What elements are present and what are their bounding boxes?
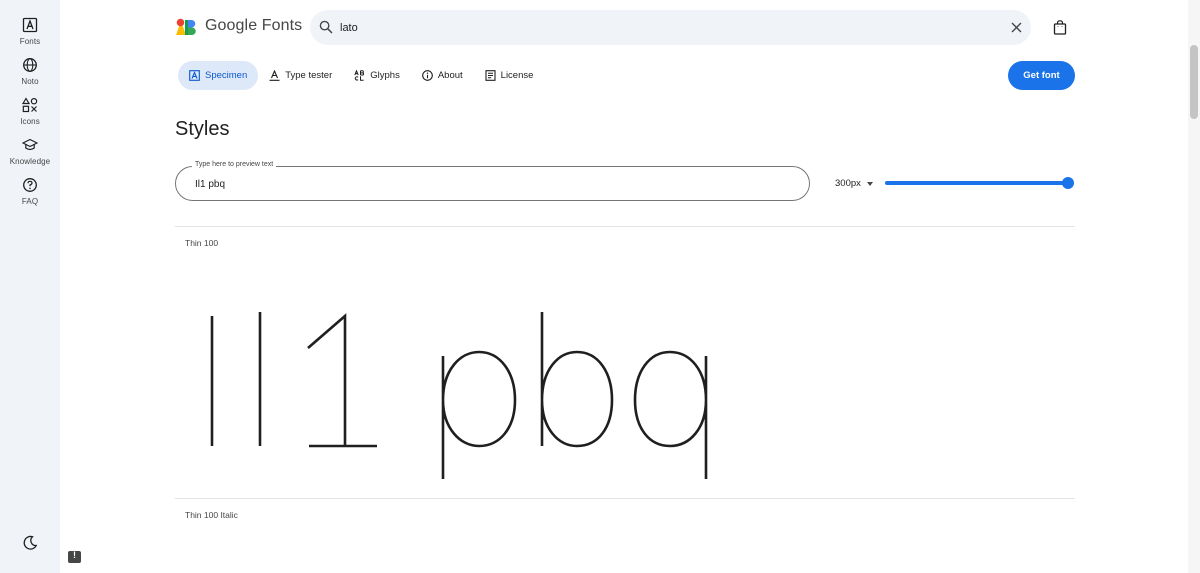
slider-thumb[interactable]: [1062, 177, 1074, 189]
font-sample-thin-100: [210, 312, 708, 479]
tab-license-label: License: [500, 70, 534, 81]
glyph-lowercase-b: [540, 312, 614, 448]
left-rail: Fonts Noto Icons Knowledge FAQ: [0, 0, 60, 573]
type-tester-icon: [269, 70, 280, 81]
license-icon: [485, 70, 496, 81]
shapes-icon: [22, 97, 38, 113]
info-icon: [421, 70, 433, 81]
google-fonts-logo[interactable]: Google Fonts: [176, 17, 302, 35]
tab-specimen-label: Specimen: [205, 70, 248, 81]
font-size-slider[interactable]: [885, 176, 1075, 190]
rail-item-knowledge[interactable]: Knowledge: [0, 137, 60, 166]
glyph-digit-one: [307, 313, 377, 448]
preview-text-input[interactable]: [195, 176, 775, 192]
search-input[interactable]: [340, 18, 940, 38]
rail-label-fonts: Fonts: [19, 37, 41, 46]
globe-icon: [23, 58, 37, 72]
tab-type-tester[interactable]: Type tester: [258, 61, 343, 90]
tab-glyphs[interactable]: Glyphs: [343, 61, 411, 90]
rail-label-icons: Icons: [20, 117, 40, 126]
styles-heading: Styles: [175, 118, 230, 140]
chevron-down-icon: [866, 181, 873, 186]
page-scrollbar[interactable]: [1188, 0, 1200, 573]
dark-mode-icon[interactable]: [22, 535, 38, 551]
school-icon: [22, 138, 38, 151]
rail-item-noto[interactable]: Noto: [0, 57, 60, 86]
tab-glyphs-label: Glyphs: [370, 70, 400, 81]
tab-specimen[interactable]: Specimen: [178, 61, 259, 90]
style-divider: [175, 498, 1075, 499]
search-icon: [319, 20, 333, 34]
specimen-tabs: Specimen Type tester Glyphs About Licens…: [178, 61, 544, 90]
font-size-select[interactable]: 300px: [835, 178, 873, 189]
tab-about-label: About: [437, 70, 463, 81]
rail-label-knowledge: Knowledge: [9, 157, 51, 166]
search-bar[interactable]: [310, 10, 1031, 45]
tab-type-tester-label: Type tester: [285, 70, 333, 81]
close-icon[interactable]: [1010, 21, 1023, 34]
style-divider: [175, 226, 1075, 227]
style-name-thin-100-italic: Thin 100 Italic: [185, 510, 238, 520]
rail-label-noto: Noto: [21, 77, 39, 86]
help-icon: [23, 178, 37, 192]
shopping-bag-icon[interactable]: [1053, 20, 1067, 35]
rail-item-fonts[interactable]: Fonts: [0, 17, 60, 46]
glyph-lowercase-q: [633, 350, 708, 479]
rail-label-faq: FAQ: [21, 197, 39, 206]
preview-text-field[interactable]: Type here to preview text: [175, 161, 810, 201]
style-name-thin-100: Thin 100: [185, 238, 219, 248]
rail-item-faq[interactable]: FAQ: [0, 177, 60, 206]
fonts-icon: [22, 17, 38, 33]
get-font-button[interactable]: Get font: [1008, 61, 1075, 90]
tab-license[interactable]: License: [474, 61, 545, 90]
glyphs-icon: [354, 70, 365, 81]
tab-about[interactable]: About: [411, 61, 474, 90]
feedback-icon[interactable]: [68, 550, 81, 563]
rail-item-icons[interactable]: Icons: [0, 97, 60, 126]
logo-text: Google Fonts: [205, 17, 303, 34]
slider-track: [885, 181, 1068, 185]
google-fonts-logo-icon: [176, 18, 196, 35]
glyph-lowercase-p: [441, 350, 517, 479]
specimen-icon: [189, 70, 200, 81]
scrollbar-thumb[interactable]: [1190, 45, 1198, 119]
font-size-value: 300px: [835, 178, 861, 189]
preview-text-label: Type here to preview text: [192, 161, 277, 168]
